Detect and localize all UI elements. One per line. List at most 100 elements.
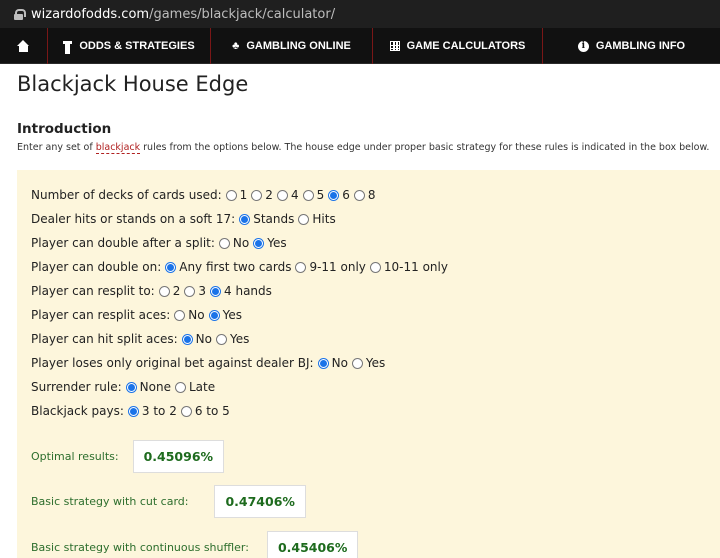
- rule-label: Player can resplit aces:: [31, 308, 171, 322]
- radio-button-checked[interactable]: [328, 189, 340, 201]
- radio-button-checked[interactable]: [181, 333, 193, 345]
- radio-label: 9-11 only: [309, 260, 366, 274]
- radio-label: 1: [239, 188, 248, 202]
- radio-button-checked[interactable]: [253, 237, 265, 249]
- nav-game-calculators[interactable]: GAME CALCULATORS: [373, 28, 543, 64]
- result-value: 0.47406%: [214, 485, 306, 518]
- radio-label: No: [232, 236, 250, 250]
- radio-option[interactable]: 1: [225, 188, 248, 202]
- radio-button-checked[interactable]: [165, 261, 177, 273]
- radio-label: Any first two cards: [179, 260, 292, 274]
- radio-button[interactable]: [298, 213, 310, 225]
- rook-icon: [63, 40, 73, 54]
- radio-option[interactable]: Stands: [239, 212, 294, 226]
- radio-option[interactable]: Late: [174, 380, 215, 394]
- radio-label: None: [139, 380, 171, 394]
- rule-row: Player can resplit aces: No Yes: [31, 303, 720, 327]
- radio-button-checked[interactable]: [208, 309, 220, 321]
- result-value: 0.45406%: [266, 531, 359, 558]
- radio-option[interactable]: No: [218, 236, 250, 250]
- radio-button[interactable]: [251, 189, 263, 201]
- result-optimal: Optimal results: 0.45096%: [31, 440, 720, 473]
- radio-label: 4: [290, 188, 299, 202]
- radio-option[interactable]: 9-11 only: [295, 260, 366, 274]
- radio-button-checked[interactable]: [125, 381, 137, 393]
- radio-label: 2: [172, 284, 181, 298]
- rule-row: Blackjack pays: 3 to 2 6 to 5: [31, 399, 720, 423]
- radio-option[interactable]: 2: [251, 188, 273, 202]
- radio-option[interactable]: Any first two cards: [165, 260, 291, 274]
- radio-label: No: [195, 332, 212, 346]
- result-cut-card: Basic strategy with cut card: 0.47406%: [31, 485, 720, 518]
- radio-option[interactable]: No: [181, 332, 212, 346]
- rule-label: Player can hit split aces:: [31, 332, 178, 346]
- radio-option[interactable]: Yes: [351, 356, 385, 370]
- radio-label: 5: [316, 188, 325, 202]
- radio-button[interactable]: [276, 189, 288, 201]
- radio-button-checked[interactable]: [127, 405, 139, 417]
- radio-button[interactable]: [295, 261, 307, 273]
- radio-label: Yes: [267, 236, 287, 250]
- nav-gambling-online[interactable]: ♣ GAMBLING ONLINE: [211, 28, 373, 64]
- radio-button-checked[interactable]: [317, 357, 329, 369]
- lock-icon: [14, 8, 26, 20]
- radio-button[interactable]: [218, 237, 230, 249]
- radio-label: No: [331, 356, 348, 370]
- main-nav: ODDS & STRATEGIES ♣ GAMBLING ONLINE GAME…: [0, 28, 720, 64]
- radio-option[interactable]: 6 to 5: [180, 404, 230, 418]
- radio-button-checked[interactable]: [210, 285, 222, 297]
- radio-button[interactable]: [225, 189, 237, 201]
- radio-option[interactable]: 4 hands: [210, 284, 272, 298]
- page-title: Blackjack House Edge: [17, 72, 249, 96]
- radio-option[interactable]: Yes: [216, 332, 249, 346]
- radio-label: 10-11 only: [383, 260, 448, 274]
- radio-label: Hits: [312, 212, 336, 226]
- radio-option[interactable]: No: [317, 356, 348, 370]
- radio-button[interactable]: [369, 261, 381, 273]
- blackjack-link[interactable]: blackjack: [95, 142, 141, 154]
- radio-button[interactable]: [353, 189, 365, 201]
- radio-button[interactable]: [216, 333, 227, 345]
- rule-row: Number of decks of cards used: 1 2 4 5 6 8: [31, 183, 720, 207]
- radio-option[interactable]: Yes: [253, 236, 287, 250]
- intro-text: Enter any set of blackjack rules from th…: [17, 142, 710, 154]
- radio-button[interactable]: [174, 309, 186, 321]
- nav-label: GAMBLING INFO: [595, 40, 686, 52]
- radio-option[interactable]: No: [174, 308, 205, 322]
- radio-option[interactable]: 6: [328, 188, 350, 202]
- radio-button[interactable]: [174, 381, 186, 393]
- radio-label: 4 hands: [224, 284, 272, 298]
- nav-odds-strategies[interactable]: ODDS & STRATEGIES: [48, 28, 211, 64]
- rule-label: Player can double on:: [31, 260, 162, 274]
- main-content: Blackjack House Edge Introduction Enter …: [0, 72, 720, 558]
- radio-option[interactable]: 3: [184, 284, 206, 298]
- radio-button-checked[interactable]: [239, 213, 251, 225]
- radio-button[interactable]: [302, 189, 314, 201]
- radio-option[interactable]: 4: [276, 188, 299, 202]
- radio-option[interactable]: 2: [158, 284, 181, 298]
- radio-label: Stands: [253, 212, 295, 226]
- rule-row: Dealer hits or stands on a soft 17: Stand…: [31, 207, 720, 231]
- radio-option[interactable]: 8: [353, 188, 376, 202]
- radio-button[interactable]: [180, 405, 192, 417]
- rule-label: Player can resplit to:: [31, 284, 155, 298]
- radio-button[interactable]: [184, 285, 196, 297]
- radio-option[interactable]: 3 to 2: [127, 404, 177, 418]
- rule-label: Blackjack pays:: [31, 404, 124, 418]
- radio-option[interactable]: 5: [302, 188, 325, 202]
- address-bar[interactable]: wizardofodds.com/games/blackjack/calcula…: [0, 0, 720, 28]
- rule-label: Player can double after a split:: [31, 236, 215, 250]
- nav-home[interactable]: [0, 28, 48, 64]
- radio-option[interactable]: Yes: [208, 308, 242, 322]
- radio-label: 8: [367, 188, 376, 202]
- info-icon: i: [577, 40, 589, 52]
- radio-option[interactable]: Hits: [298, 212, 336, 226]
- radio-option[interactable]: None: [125, 380, 171, 394]
- radio-button[interactable]: [158, 285, 170, 297]
- radio-button[interactable]: [351, 357, 363, 369]
- radio-option[interactable]: 10-11 only: [369, 260, 448, 274]
- nav-gambling-info[interactable]: i GAMBLING INFO: [543, 28, 720, 64]
- result-label: Optimal results:: [31, 450, 119, 463]
- result-label: Basic strategy with cut card:: [31, 495, 189, 508]
- rule-label: Number of decks of cards used:: [31, 188, 222, 202]
